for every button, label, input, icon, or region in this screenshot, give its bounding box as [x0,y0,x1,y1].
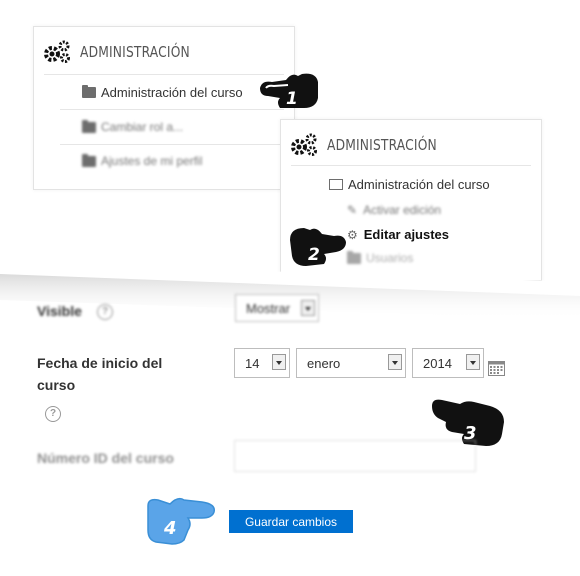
svg-text:1: 1 [286,89,298,109]
gear-icon: ⚙ [347,227,358,242]
help-icon[interactable]: ? [45,406,61,422]
nav-item-users[interactable]: Usuarios [347,250,413,265]
pencil-icon: ✎ [347,203,358,217]
month-select[interactable]: enero [296,348,406,378]
idnumber-label: Número ID del curso [37,450,174,466]
folder-icon [82,85,96,98]
start-date-label: Fecha de inicio del curso [37,355,163,393]
day-select[interactable]: 14 [234,348,290,378]
visible-select[interactable]: Mostrar [235,294,319,322]
nav-item-course-admin[interactable]: Administración del curso [82,85,243,100]
year-select[interactable]: 2014 [412,348,484,378]
save-changes-button[interactable]: Guardar cambios [229,510,353,533]
block-title: ADMINISTRACIÓN [80,43,190,61]
nav-item-profile-settings[interactable]: Ajustes de mi perfil [82,153,202,168]
calendar-icon[interactable] [488,360,505,376]
pointing-hand-icon: 2 [290,228,346,266]
visible-label: Visible [37,303,82,319]
folder-icon [82,153,96,167]
admin-block-1: ADMINISTRACIÓN Administración del curso … [33,26,295,190]
gears-icon [291,133,317,156]
nav-item-course-admin-open[interactable]: Administración del curso [329,177,490,192]
help-icon[interactable]: ? [97,304,113,320]
gears-icon [44,40,70,63]
svg-text:4: 4 [163,518,177,539]
block-title: ADMINISTRACIÓN [327,136,437,154]
nav-item-switch-role[interactable]: Cambiar rol a... [82,119,183,134]
nav-item-turn-editing-on[interactable]: ✎ Activar edición [347,203,441,217]
pointing-hand-icon: 1 [260,73,318,109]
svg-text:2: 2 [308,245,320,265]
pointing-hand-icon: 4 [147,497,215,545]
folder-open-icon [329,179,343,190]
folder-icon [347,250,361,264]
nav-item-edit-settings[interactable]: ⚙ Editar ajustes [347,227,449,242]
folder-icon [82,119,96,133]
idnumber-input[interactable] [234,440,476,472]
